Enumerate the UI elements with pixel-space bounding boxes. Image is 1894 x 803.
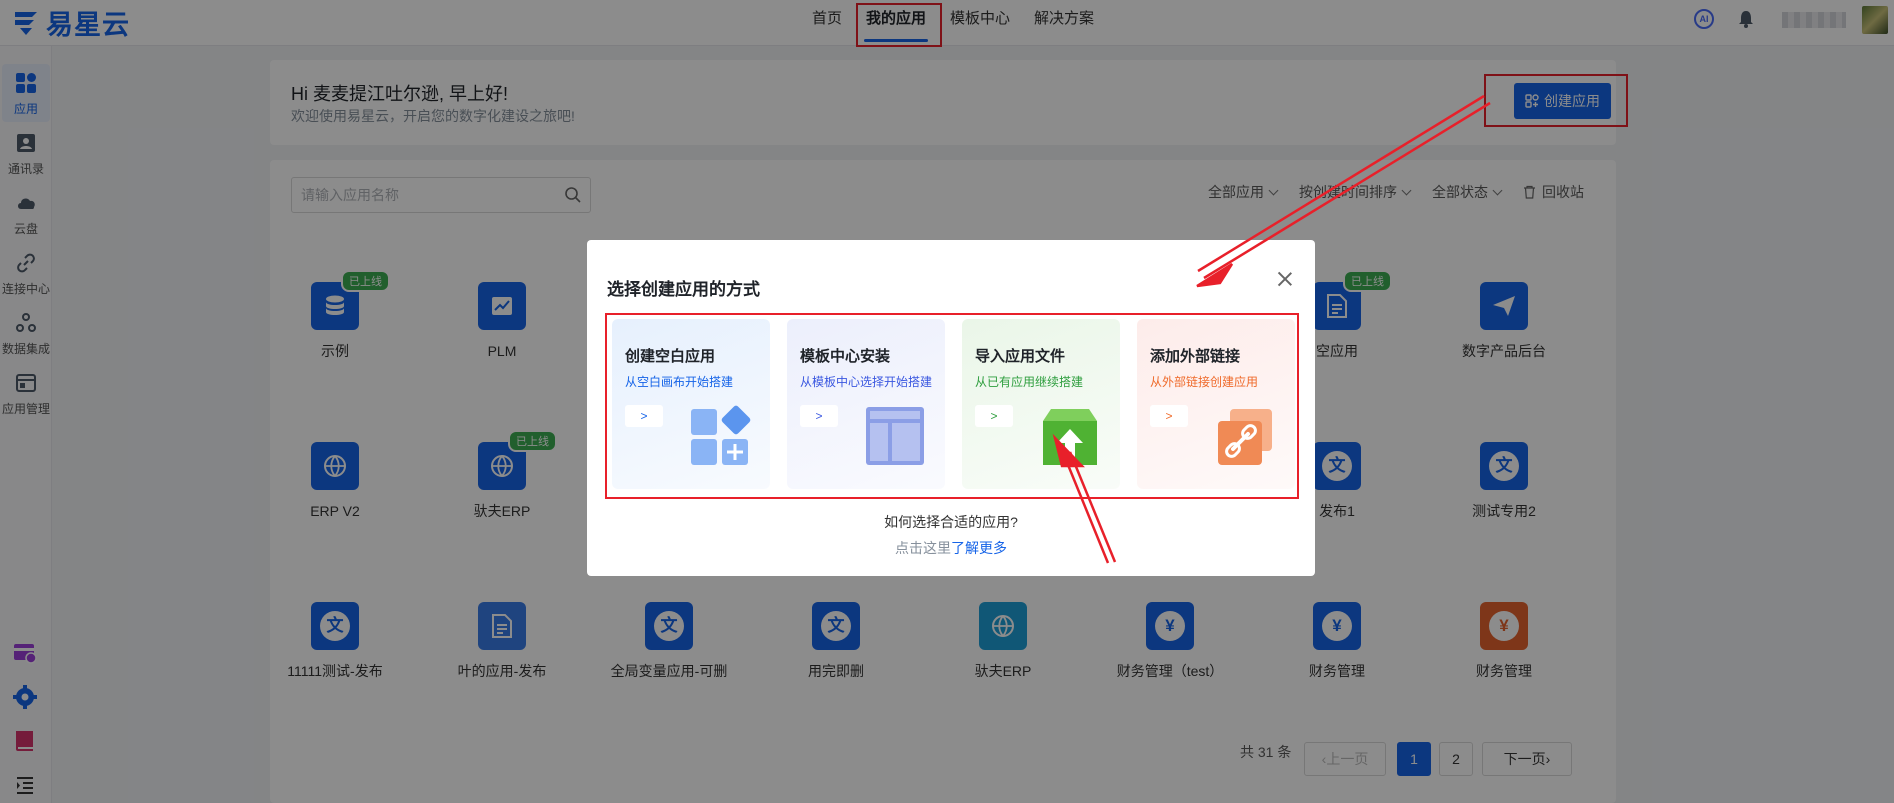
learn-more-prefix: 点击这里 [895, 540, 951, 556]
annotation-box-creation-options [605, 313, 1299, 499]
learn-more-link[interactable]: 了解更多 [951, 540, 1007, 556]
modal-title: 选择创建应用的方式 [607, 280, 760, 299]
modal-help-question: 如何选择合适的应用? [884, 514, 1018, 530]
modal-learn-more: 点击这里了解更多 [587, 538, 1315, 558]
close-icon[interactable] [1277, 271, 1293, 287]
